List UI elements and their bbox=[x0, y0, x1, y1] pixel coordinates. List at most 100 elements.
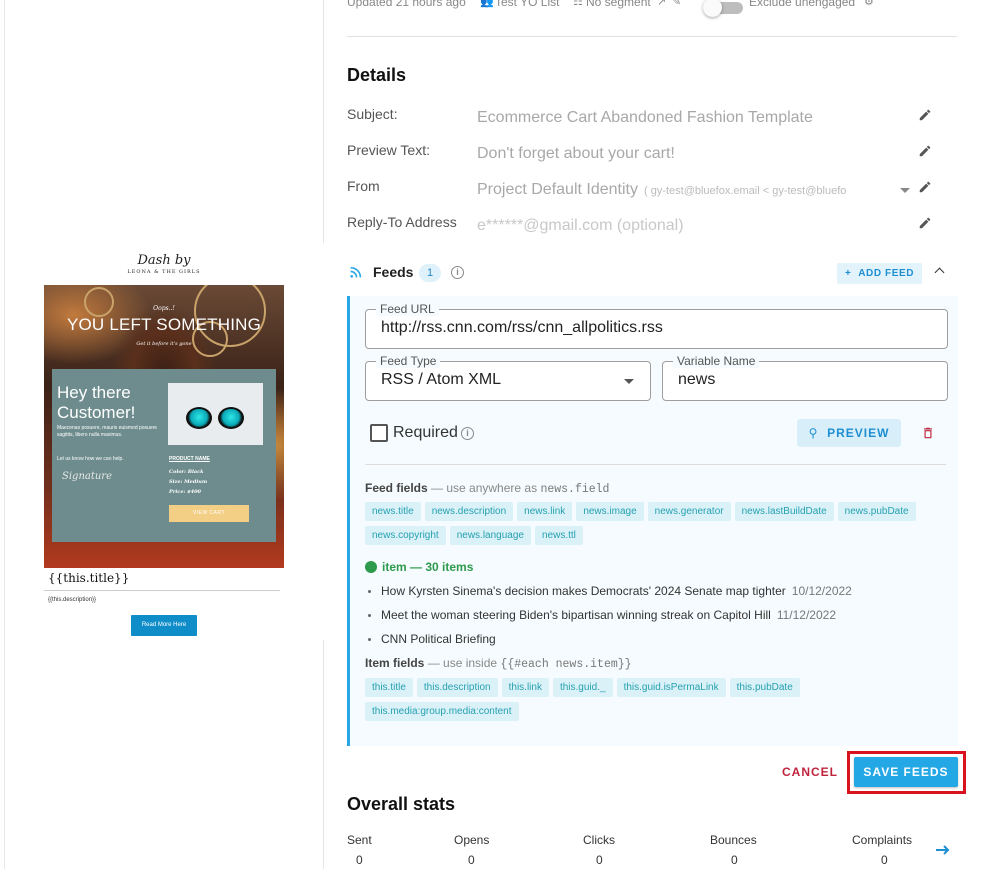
lens-icon bbox=[186, 407, 212, 429]
cancel-button[interactable]: CANCEL bbox=[776, 762, 844, 782]
required-checkbox[interactable] bbox=[370, 424, 388, 442]
feed-fields-heading: Feed fields — use anywhere as news.field bbox=[365, 481, 609, 496]
preview-label: PREVIEW bbox=[827, 426, 890, 440]
item-fields-title: Item fields bbox=[365, 656, 425, 670]
field-chip[interactable]: this.media:group.media:content bbox=[365, 702, 519, 721]
field-chip[interactable]: news.title bbox=[365, 502, 421, 521]
field-chip[interactable]: this.pubDate bbox=[729, 678, 800, 697]
item-date: 11/12/2022 bbox=[776, 608, 836, 622]
field-chip[interactable]: news.image bbox=[576, 502, 644, 521]
list-item: CNN Political Briefing bbox=[368, 632, 502, 646]
edit-preview-text-pencil-icon[interactable] bbox=[918, 144, 932, 158]
hero-subheading: Get it before it's gone bbox=[136, 341, 192, 347]
pencil-icon[interactable]: ✎ bbox=[672, 0, 681, 8]
field-chip[interactable]: this.description bbox=[416, 678, 498, 697]
delete-trash-icon[interactable] bbox=[921, 425, 935, 441]
stat-value: 0 bbox=[881, 853, 888, 867]
hero-heading: YOU LEFT SOMETHING bbox=[66, 315, 262, 334]
stat-label: Clicks bbox=[583, 833, 615, 847]
view-cart-button: VIEW CART bbox=[169, 505, 249, 522]
panel-divider bbox=[323, 640, 324, 869]
greeting-body: Maecenas posuere, mauris euismod posuere… bbox=[57, 425, 158, 438]
feed-type-select[interactable]: Feed Type RSS / Atom XML bbox=[365, 354, 651, 401]
field-chip[interactable]: this.guid._ bbox=[552, 678, 613, 697]
item-date: 10/12/2022 bbox=[791, 584, 852, 598]
brand-logo-subtext: LEONA & THE GIRLS bbox=[127, 269, 201, 275]
field-chip[interactable]: news.copyright bbox=[365, 526, 446, 545]
panel-divider bbox=[323, 0, 324, 243]
field-chip[interactable]: news.lastBuildDate bbox=[734, 502, 834, 521]
brand-logo: Dash by LEONA & THE GIRLS bbox=[44, 247, 284, 285]
top-divider bbox=[347, 36, 957, 37]
from-value[interactable]: Project Default Identity ( gy-test@bluefo… bbox=[477, 181, 846, 199]
card-divider bbox=[365, 464, 946, 465]
preview-text-value: Don't forget about your cart! bbox=[477, 145, 675, 162]
gear-icon[interactable]: ⚙ bbox=[864, 0, 874, 8]
save-feeds-button[interactable]: SAVE FEEDS bbox=[854, 757, 958, 787]
stat-value: 0 bbox=[356, 853, 363, 867]
variable-name-field[interactable]: Variable Name news bbox=[662, 354, 948, 401]
search-icon: ⚲ bbox=[808, 426, 819, 440]
field-chip[interactable]: news.generator bbox=[647, 502, 731, 521]
from-label: From bbox=[347, 178, 380, 194]
collapse-chevron-icon[interactable] bbox=[934, 267, 945, 278]
item-title: How Kyrsten Sinema's decision makes Demo… bbox=[381, 584, 786, 598]
item-title-placeholder: {{this.title}} bbox=[48, 571, 130, 585]
feeds-count-badge: 1 bbox=[419, 264, 441, 282]
feed-fields-chips: news.title news.description news.link ne… bbox=[365, 502, 955, 545]
list-item: How Kyrsten Sinema's decision makes Demo… bbox=[368, 584, 852, 598]
cart-card: Hey there Customer! Maecenas posuere, ma… bbox=[52, 369, 276, 542]
rss-icon bbox=[350, 266, 362, 278]
product-meta: Color: Black Size: Medium Price: $400 bbox=[169, 467, 207, 497]
reply-to-value: e******@gmail.com (optional) bbox=[477, 217, 684, 234]
feed-url-input[interactable]: http://rss.cnn.com/rss/cnn_allpolitics.r… bbox=[381, 319, 663, 337]
field-chip[interactable]: this.link bbox=[501, 678, 549, 697]
hero-oops: Oops..! bbox=[153, 305, 175, 312]
stat-label: Bounces bbox=[710, 833, 757, 847]
lens-icon bbox=[218, 407, 244, 429]
external-link-icon[interactable]: ↗ bbox=[657, 0, 666, 8]
feeds-header: Feeds 1 i + ADD FEED bbox=[347, 262, 957, 284]
hero-banner: Oops..! YOU LEFT SOMETHING Get it before… bbox=[44, 285, 284, 568]
add-feed-button[interactable]: + ADD FEED bbox=[837, 263, 923, 284]
info-icon[interactable]: i bbox=[461, 427, 474, 440]
stat-value: 0 bbox=[468, 853, 475, 867]
field-chip[interactable]: news.ttl bbox=[534, 526, 583, 545]
segment-name[interactable]: No segment bbox=[586, 0, 651, 9]
arrow-right-icon[interactable] bbox=[935, 843, 951, 857]
preview-text-label: Preview Text: bbox=[347, 142, 430, 158]
brand-logo-text: Dash by bbox=[137, 253, 191, 268]
list-item: Meet the woman steering Biden's bipartis… bbox=[368, 608, 836, 622]
edit-subject-pencil-icon[interactable] bbox=[918, 108, 932, 122]
preview-button[interactable]: ⚲ PREVIEW bbox=[797, 419, 901, 447]
users-icon: 👥 bbox=[480, 0, 494, 8]
field-chip[interactable]: this.title bbox=[365, 678, 413, 697]
field-chip[interactable]: news.description bbox=[424, 502, 514, 521]
left-border bbox=[4, 0, 5, 869]
info-icon[interactable]: i bbox=[451, 266, 464, 279]
from-dropdown-arrow-icon[interactable] bbox=[900, 188, 910, 193]
exclude-unengaged-label: Exclude unengaged bbox=[749, 0, 856, 9]
preview-rule bbox=[44, 590, 280, 591]
item-title: Meet the woman steering Biden's bipartis… bbox=[381, 608, 771, 622]
feed-fields-hint: — use anywhere as bbox=[431, 481, 538, 495]
field-chip[interactable]: news.language bbox=[449, 526, 531, 545]
feed-card: Feed URL http://rss.cnn.com/rss/cnn_allp… bbox=[347, 296, 958, 746]
field-chip[interactable]: this.guid.isPermaLink bbox=[616, 678, 726, 697]
stat-label: Complaints bbox=[852, 833, 913, 847]
variable-name-input[interactable]: news bbox=[678, 371, 715, 389]
edit-from-pencil-icon[interactable] bbox=[918, 180, 932, 194]
stat-label: Sent bbox=[347, 833, 372, 847]
edit-reply-to-pencil-icon[interactable] bbox=[918, 216, 932, 230]
plus-icon: + bbox=[845, 268, 852, 279]
field-chip[interactable]: news.pubDate bbox=[837, 502, 916, 521]
reply-to-label: Reply-To Address bbox=[347, 214, 457, 230]
updated-time: Updated 21 hours ago bbox=[347, 0, 466, 9]
product-meta-line: Size: Medium bbox=[169, 479, 208, 485]
item-fields-heading: Item fields — use inside {{#each news.it… bbox=[365, 656, 632, 671]
feed-url-label: Feed URL bbox=[376, 302, 439, 316]
feeds-label: Feeds bbox=[373, 264, 414, 280]
feed-url-field[interactable]: Feed URL http://rss.cnn.com/rss/cnn_allp… bbox=[365, 302, 948, 349]
field-chip[interactable]: news.link bbox=[517, 502, 573, 521]
help-text: Let us know how we can help. bbox=[57, 456, 124, 462]
